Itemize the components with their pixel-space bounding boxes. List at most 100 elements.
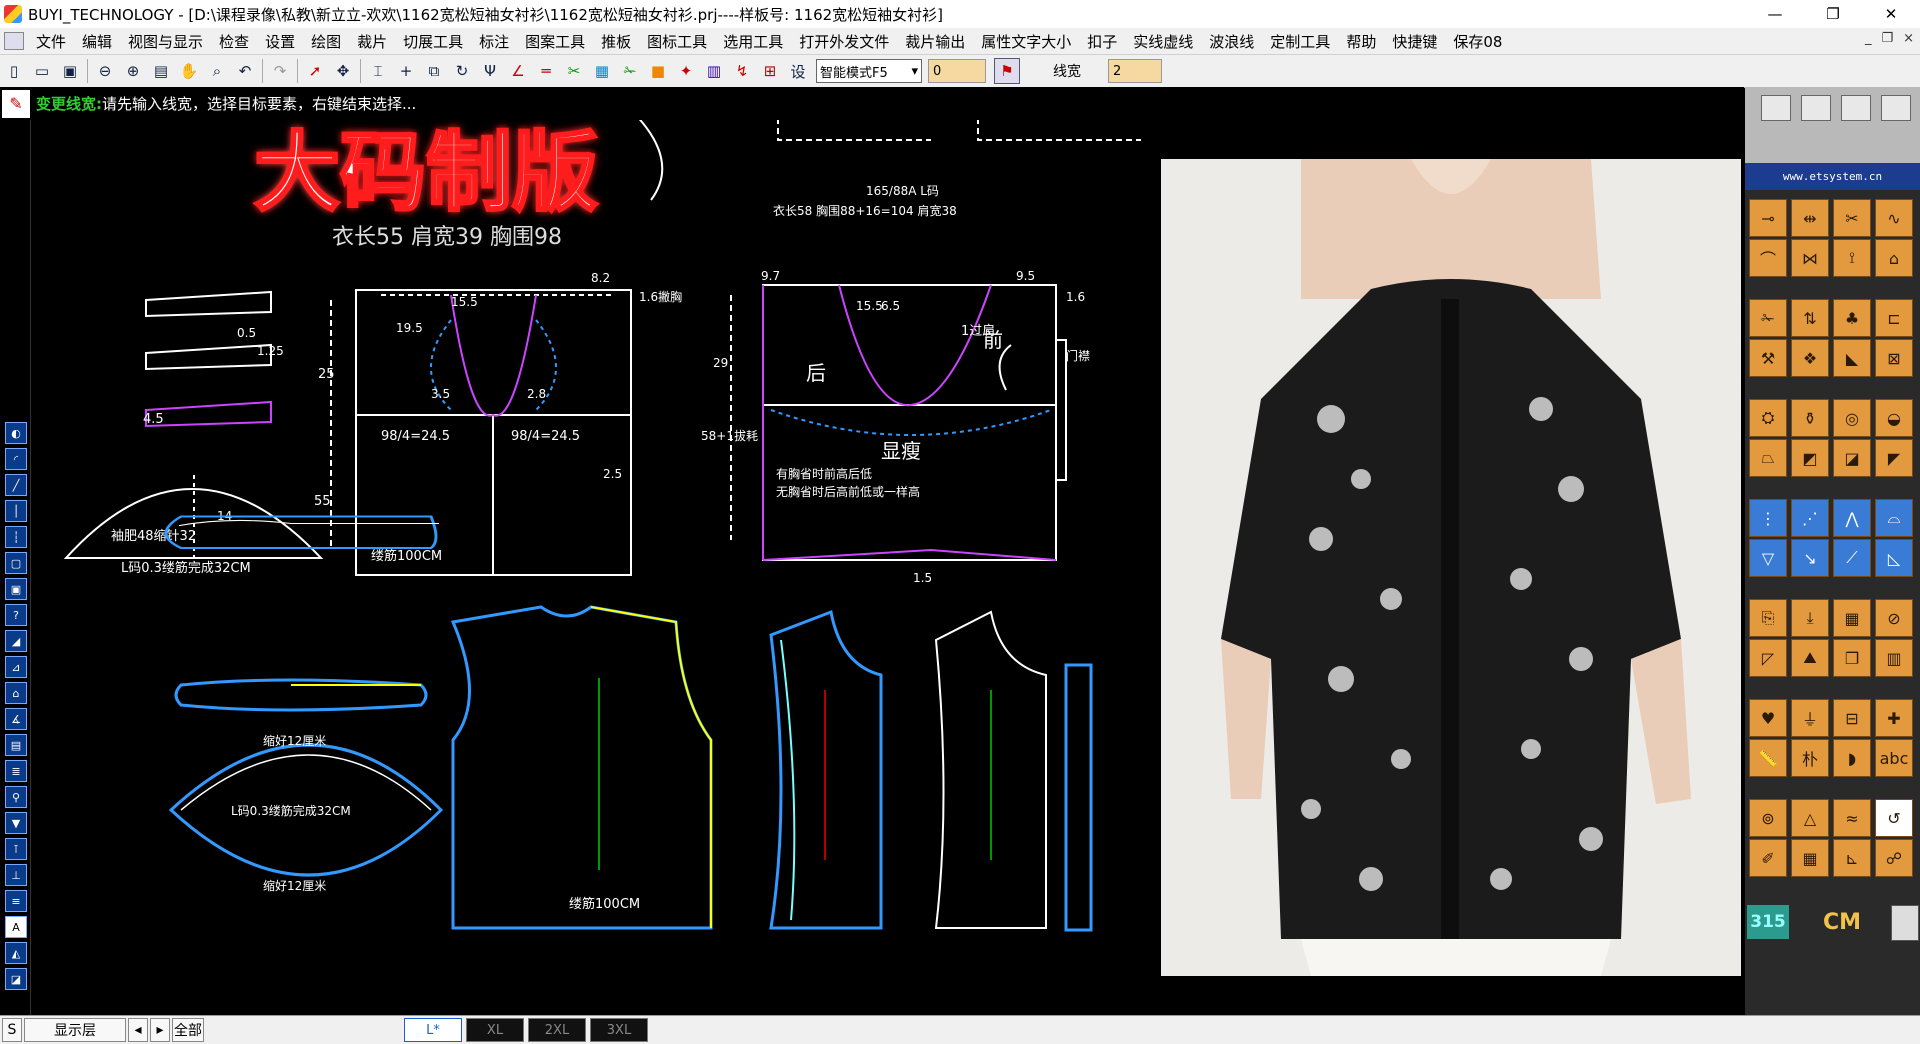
tool-rotate-grade-icon[interactable]: ↺ <box>1875 799 1913 837</box>
tool-line-icon[interactable]: ╱ <box>5 474 27 496</box>
panel-tab-3-icon[interactable] <box>1841 95 1871 121</box>
select-icon[interactable]: ➚ <box>303 59 327 83</box>
tool-split-rect-icon[interactable]: ⊟ <box>1833 699 1871 737</box>
size-3xl-button[interactable]: 3XL <box>590 1018 648 1042</box>
measure-icon[interactable]: ⊞ <box>758 59 782 83</box>
tool-grade-7-icon[interactable]: ⟋ <box>1833 539 1871 577</box>
tool-dimension-icon[interactable]: ⇹ <box>1791 199 1829 237</box>
zoom-fit-icon[interactable]: ⌕ <box>205 59 229 83</box>
tool-save-icon[interactable]: ▤ <box>5 734 27 756</box>
new-icon[interactable]: ▯ <box>2 59 26 83</box>
tool-cancel-icon[interactable]: ⊘ <box>1875 599 1913 637</box>
mode-select[interactable]: 智能模式F5 ▾ <box>816 59 922 83</box>
tool-heart-icon[interactable]: ♥ <box>1749 699 1787 737</box>
tool-flip-h-icon[interactable]: ⊏ <box>1875 299 1913 337</box>
tool-sewing-icon[interactable]: ⛭ <box>1749 399 1787 437</box>
tool-cut-icon[interactable]: ⊺ <box>5 838 27 860</box>
tool-shoe-icon[interactable]: ◣ <box>1833 339 1871 377</box>
menu-save08[interactable]: 保存08 <box>1445 31 1510 52</box>
all-sizes-button[interactable]: 全部 <box>172 1018 204 1042</box>
flag-icon[interactable]: ⚑ <box>994 58 1020 84</box>
tool-shape-icon[interactable]: ◢ <box>5 630 27 652</box>
menu-custom-tools[interactable]: 定制工具 <box>1262 31 1338 52</box>
menu-settings[interactable]: 设置 <box>257 31 303 52</box>
zoom-in-icon[interactable]: ⊕ <box>121 59 145 83</box>
tool-pants-icon[interactable]: ◪ <box>1833 439 1871 477</box>
maximize-button[interactable]: ❐ <box>1804 0 1862 28</box>
tool-axis-icon[interactable]: ⊾ <box>1833 839 1871 877</box>
tool-spiral-icon[interactable]: ◎ <box>1833 399 1871 437</box>
tool-sleeve-icon[interactable]: ◩ <box>1791 439 1829 477</box>
zoom-window-icon[interactable]: ▤ <box>149 59 173 83</box>
tool-grade-4-icon[interactable]: ⌓ <box>1875 499 1913 537</box>
tool-mirror-icon[interactable]: ⊥ <box>5 864 27 886</box>
tool-help-icon[interactable]: ? <box>5 604 27 626</box>
tool-scissors-icon[interactable]: ✂ <box>1833 199 1871 237</box>
tool-box-icon[interactable]: ▣ <box>5 578 27 600</box>
size-2xl-button[interactable]: 2XL <box>528 1018 586 1042</box>
rotate-icon[interactable]: ↻ <box>450 59 474 83</box>
tool-curve-draw-icon[interactable]: ⌒ <box>1749 239 1787 277</box>
menu-select-tools[interactable]: 选用工具 <box>715 31 791 52</box>
line-icon[interactable]: ∠ <box>506 59 530 83</box>
knife-icon[interactable]: ✂ <box>562 59 586 83</box>
text-tool-icon[interactable]: A <box>5 916 27 938</box>
tool-boot-icon[interactable]: ◤ <box>1875 439 1913 477</box>
undo-icon[interactable]: ↶ <box>233 59 257 83</box>
tool-vase-icon[interactable]: ⚱ <box>1791 399 1829 437</box>
menu-view[interactable]: 视图与显示 <box>120 31 211 52</box>
tool-house-icon[interactable]: ⌂ <box>5 682 27 704</box>
tool-measure-tape-icon[interactable]: ⊸ <box>1749 199 1787 237</box>
pan-icon[interactable]: ✋ <box>177 59 201 83</box>
point-icon[interactable]: ✦ <box>674 59 698 83</box>
tool-et-icon[interactable]: ▦ <box>1833 599 1871 637</box>
tool-tape-icon[interactable]: ⊚ <box>1749 799 1787 837</box>
tool-leaf-icon[interactable]: ♣ <box>1833 299 1871 337</box>
tool-table-icon[interactable]: ▦ <box>1791 839 1829 877</box>
menu-help[interactable]: 帮助 <box>1338 31 1384 52</box>
tool-measure-icon[interactable]: ⊿ <box>5 656 27 678</box>
tool-arrow-up-icon[interactable]: ⇅ <box>1791 299 1829 337</box>
tool-grade-5-icon[interactable]: ▽ <box>1749 539 1787 577</box>
calculator-icon[interactable] <box>1891 905 1919 941</box>
tool-close-red-icon[interactable]: ⊠ <box>1875 339 1913 377</box>
menu-check[interactable]: 检查 <box>211 31 257 52</box>
print-icon[interactable]: ▥ <box>702 59 726 83</box>
grid-icon[interactable]: ▦ <box>590 59 614 83</box>
tool-bag-icon[interactable]: ◒ <box>1875 399 1913 437</box>
settings-icon[interactable]: 设 <box>786 59 810 83</box>
menu-draw[interactable]: 绘图 <box>303 31 349 52</box>
tool-pattern-icon[interactable]: ❖ <box>1791 339 1829 377</box>
menu-file[interactable]: 文件 <box>28 31 74 52</box>
move-icon[interactable]: ✥ <box>331 59 355 83</box>
pattern-canvas[interactable]: 大码制版 衣长55 肩宽39 胸围98 4.5 0.5 1.25 袖肥48缩针3… <box>31 120 1744 1015</box>
tool-triangle-icon[interactable]: △ <box>1791 799 1829 837</box>
size-xl-button[interactable]: XL <box>466 1018 524 1042</box>
tool-dart-mark-icon[interactable]: ◸ <box>1749 639 1787 677</box>
menu-text-size[interactable]: 属性文字大小 <box>973 31 1079 52</box>
menu-icon-tools[interactable]: 图标工具 <box>639 31 715 52</box>
tool-funnel-icon[interactable]: ⏚ <box>1791 699 1829 737</box>
tool-grid-icon[interactable]: ≡ <box>5 890 27 912</box>
tool-columns-icon[interactable]: ▥ <box>1875 639 1913 677</box>
doc-close-button[interactable]: × <box>1903 31 1914 46</box>
tool-hammer-icon[interactable]: ⚒ <box>1749 339 1787 377</box>
tool-text-bar-icon[interactable]: 朴 <box>1791 739 1829 777</box>
layer-icon[interactable]: ↯ <box>730 59 754 83</box>
tool-pin-icon[interactable]: ⚲ <box>5 786 27 808</box>
tool-triangle-icon[interactable]: ▼ <box>5 812 27 834</box>
value-input[interactable]: 0 <box>928 59 986 83</box>
dart-icon[interactable]: Ψ <box>478 59 502 83</box>
doc-minimize-button[interactable]: _ <box>1865 31 1872 46</box>
tool-stack-icon[interactable]: ❐ <box>1833 639 1871 677</box>
panel-tab-1-icon[interactable] <box>1761 95 1791 121</box>
menu-pieces[interactable]: 裁片 <box>349 31 395 52</box>
layer-next-button[interactable]: ▸ <box>150 1018 170 1042</box>
menu-annotate[interactable]: 标注 <box>471 31 517 52</box>
tool-abc-icon[interactable]: abc <box>1875 739 1913 777</box>
doc-restore-button[interactable]: ❐ <box>1881 31 1893 46</box>
tool-rect-icon[interactable]: ▢ <box>5 552 27 574</box>
tool-notch-icon[interactable]: ◭ <box>5 942 27 964</box>
layer-prev-button[interactable]: ◂ <box>128 1018 148 1042</box>
tool-curve-icon[interactable]: ◜ <box>5 448 27 470</box>
